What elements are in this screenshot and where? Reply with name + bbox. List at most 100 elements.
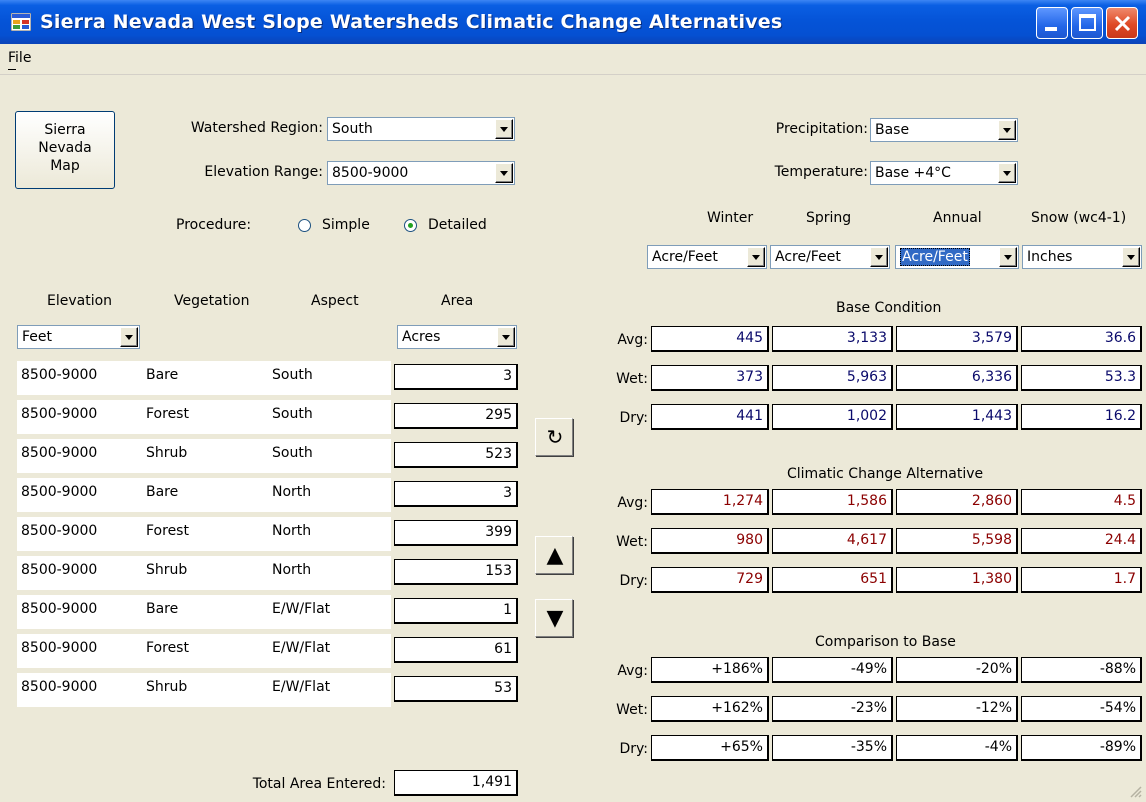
precipitation-select[interactable]: Base — [870, 118, 1018, 142]
base-section-title: Base Condition — [836, 300, 942, 316]
area-input[interactable]: 3 — [394, 481, 518, 507]
alt-wet-cell: 4,617 — [772, 528, 893, 554]
area-input[interactable]: 399 — [394, 520, 518, 546]
chevron-down-icon[interactable] — [120, 327, 138, 347]
area-value: 153 — [485, 563, 512, 579]
elevation-range-select[interactable]: 8500-9000 — [327, 161, 515, 185]
col-header-annual: Annual — [933, 210, 982, 226]
header-elevation: Elevation — [47, 293, 113, 309]
sierra-nevada-map-button[interactable]: Sierra Nevada Map — [15, 111, 115, 189]
elevation-range-label: Elevation Range: — [204, 164, 323, 180]
procedure-detailed-radio[interactable] — [404, 219, 417, 232]
cell-elevation: 8500-9000 — [21, 484, 98, 500]
base-wet-value: 6,336 — [971, 369, 1012, 385]
chevron-down-icon[interactable] — [747, 247, 765, 267]
close-button[interactable] — [1106, 7, 1138, 39]
alt-dry-cell: 729 — [651, 567, 769, 593]
chevron-down-icon[interactable] — [1122, 247, 1140, 267]
alt-wet-label: Wet: — [616, 534, 648, 550]
procedure-simple-label[interactable]: Simple — [322, 217, 370, 233]
area-input[interactable]: 3 — [394, 364, 518, 390]
chevron-down-icon[interactable] — [497, 327, 515, 347]
precipitation-value: Base — [875, 122, 910, 138]
chevron-down-icon[interactable] — [998, 120, 1016, 140]
snow-units-value: Inches — [1027, 249, 1073, 265]
alt-dry-value: 729 — [736, 571, 763, 587]
area-value: 1 — [503, 602, 512, 618]
temperature-value: Base +4°C — [875, 165, 951, 181]
chevron-down-icon[interactable] — [998, 163, 1016, 183]
base-avg-cell: 36.6 — [1021, 326, 1142, 352]
alt-wet-value: 5,598 — [971, 532, 1012, 548]
cmp-avg-cell: +186% — [651, 657, 769, 683]
area-units-select[interactable]: Acres — [397, 325, 517, 349]
area-input[interactable]: 153 — [394, 559, 518, 585]
cell-aspect: South — [272, 445, 313, 461]
menu-file[interactable]: File — [8, 50, 31, 66]
annual-units-value: Acre/Feet — [900, 248, 970, 266]
cell-vegetation: Forest — [146, 406, 189, 422]
minimize-button[interactable] — [1036, 7, 1068, 39]
cmp-wet-cell: +162% — [651, 696, 769, 722]
alt-avg-cell: 2,860 — [896, 489, 1018, 515]
menu-file-underline — [8, 69, 16, 70]
maximize-button[interactable] — [1071, 7, 1103, 39]
area-input[interactable]: 295 — [394, 403, 518, 429]
menu-file-label: File — [8, 50, 32, 66]
arrow-down-icon: ▼ — [546, 606, 564, 631]
cmp-avg-label: Avg: — [617, 663, 648, 679]
annual-units-select[interactable]: Acre/Feet — [895, 245, 1019, 269]
cell-elevation: 8500-9000 — [21, 445, 98, 461]
snow-units-select[interactable]: Inches — [1022, 245, 1142, 269]
move-up-button[interactable]: ▲ — [535, 536, 573, 574]
alt-avg-cell: 1,274 — [651, 489, 769, 515]
area-input[interactable]: 1 — [394, 598, 518, 624]
area-input[interactable]: 523 — [394, 442, 518, 468]
area-input[interactable]: 61 — [394, 637, 518, 663]
chevron-down-icon[interactable] — [495, 119, 513, 139]
refresh-button[interactable]: ↻ — [535, 418, 573, 456]
cmp-wet-value: -12% — [975, 700, 1012, 716]
chevron-down-icon[interactable] — [999, 247, 1017, 267]
chevron-down-icon[interactable] — [495, 163, 513, 183]
base-dry-cell: 1,002 — [772, 404, 893, 430]
cmp-avg-value: -88% — [1099, 661, 1136, 677]
cell-aspect: E/W/Flat — [272, 679, 331, 695]
col-header-winter: Winter — [707, 210, 754, 226]
base-avg-value: 445 — [736, 330, 763, 346]
temperature-select[interactable]: Base +4°C — [870, 161, 1018, 185]
chevron-down-icon[interactable] — [870, 247, 888, 267]
alt-wet-cell: 24.4 — [1021, 528, 1142, 554]
arrow-up-icon: ▲ — [546, 543, 564, 568]
watershed-region-select[interactable]: South — [327, 117, 515, 141]
base-dry-value: 16.2 — [1104, 408, 1136, 424]
maximize-icon — [1079, 14, 1096, 31]
base-wet-cell: 53.3 — [1021, 365, 1142, 391]
cell-elevation: 8500-9000 — [21, 640, 98, 656]
spring-units-select[interactable]: Acre/Feet — [770, 245, 890, 269]
cmp-dry-value: +65% — [720, 739, 763, 755]
alt-wet-value: 980 — [736, 532, 763, 548]
cmp-dry-cell: +65% — [651, 735, 769, 761]
winter-units-select[interactable]: Acre/Feet — [647, 245, 767, 269]
base-wet-label: Wet: — [616, 371, 648, 387]
alt-avg-cell: 4.5 — [1021, 489, 1142, 515]
area-input[interactable]: 53 — [394, 676, 518, 702]
alt-wet-cell: 5,598 — [896, 528, 1018, 554]
base-dry-cell: 1,443 — [896, 404, 1018, 430]
move-down-button[interactable]: ▼ — [535, 599, 573, 637]
area-value: 3 — [503, 485, 512, 501]
area-units-value: Acres — [402, 329, 441, 345]
cmp-avg-cell: -49% — [772, 657, 893, 683]
header-area: Area — [441, 293, 474, 309]
alt-avg-cell: 1,586 — [772, 489, 893, 515]
procedure-simple-radio[interactable] — [298, 219, 311, 232]
elevation-range-value: 8500-9000 — [332, 165, 409, 181]
alt-dry-cell: 1.7 — [1021, 567, 1142, 593]
temperature-label: Temperature: — [774, 164, 868, 180]
resize-grip-icon[interactable] — [1128, 784, 1142, 798]
watershed-region-label: Watershed Region: — [190, 120, 323, 136]
procedure-detailed-label[interactable]: Detailed — [428, 217, 487, 233]
elevation-units-select[interactable]: Feet — [17, 325, 140, 349]
cell-aspect: North — [272, 484, 312, 500]
